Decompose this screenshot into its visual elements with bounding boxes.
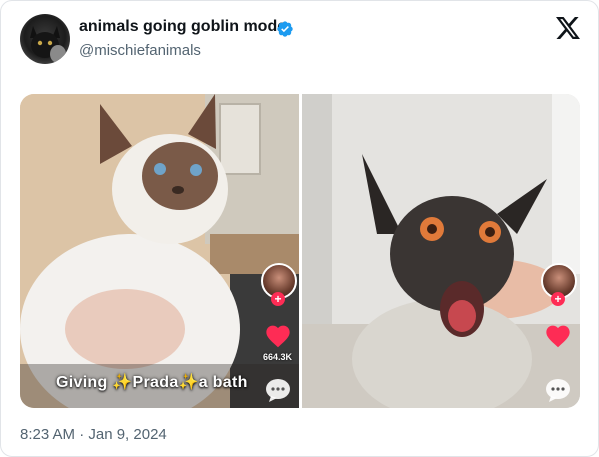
comment-bubble-icon[interactable] [265,378,291,402]
follow-plus-icon[interactable]: + [551,292,565,306]
like-count: 664.3K [263,352,293,362]
author-avatar[interactable] [20,14,70,64]
wet-cat-photo [302,94,580,408]
verified-badge-icon [277,21,293,37]
author-handle[interactable]: @mischiefanimals [79,42,201,59]
author-display-name[interactable]: animals going goblin mode [79,18,286,36]
video-caption: Giving ✨Prada✨a bath [56,374,248,391]
media-grid[interactable]: Giving ✨Prada✨a bath + 664.3K + [20,94,580,408]
comment-bubble-icon[interactable] [545,378,571,402]
like-heart-icon[interactable] [544,322,572,348]
x-logo-icon[interactable] [556,17,580,39]
tweet-timestamp[interactable]: 8:23 AM · Jan 9, 2024 [20,426,167,443]
tweet-card[interactable]: animals going goblin mode @mischiefanima… [0,0,599,457]
media-video-left[interactable]: Giving ✨Prada✨a bath + 664.3K [20,94,299,408]
ragdoll-cat-photo [20,94,299,408]
media-video-right[interactable]: + [302,94,580,408]
like-heart-icon[interactable] [264,322,292,348]
follow-plus-icon[interactable]: + [271,292,285,306]
